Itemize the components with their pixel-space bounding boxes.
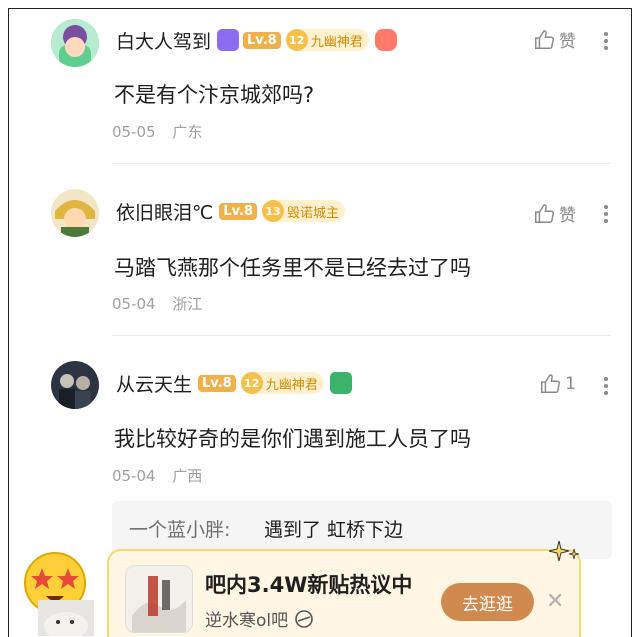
promo-title: 吧内3.4W新贴热议中 bbox=[205, 573, 413, 597]
like-label: 赞 bbox=[559, 206, 576, 226]
comment-location: 广东 bbox=[172, 123, 203, 141]
avatar[interactable] bbox=[51, 361, 99, 409]
comment-date: 05-05 bbox=[112, 123, 156, 141]
capricorn-badge-icon bbox=[329, 372, 352, 394]
comment-meta: 05-04 浙江 bbox=[112, 293, 214, 314]
rank-number: 12 bbox=[240, 372, 263, 394]
cat-sticker-icon bbox=[38, 600, 94, 636]
like-button[interactable]: 赞 bbox=[533, 27, 576, 52]
divider bbox=[112, 163, 611, 164]
divider bbox=[112, 335, 611, 336]
user-info-row: 白大人驾到 Lv.8 12 九幽神君 bbox=[116, 25, 401, 55]
comment-date: 05-04 bbox=[112, 295, 156, 313]
rank-title: 九幽神君 bbox=[265, 377, 318, 393]
rank-badge: 12 九幽神君 bbox=[285, 29, 369, 51]
forum-promo-banner[interactable]: 吧内3.4W新贴热议中 逆水寒ol吧 去逛逛 ✕ bbox=[107, 549, 581, 637]
rank-title: 九幽神君 bbox=[310, 34, 363, 50]
forum-name-row: 逆水寒ol吧 bbox=[205, 606, 314, 631]
comment-content: 我比较好奇的是你们遇到施工人员了吗 bbox=[114, 427, 471, 451]
comment-thread: 白大人驾到 Lv.8 12 九幽神君 赞 不是有个汴京城郊吗? 05-05 广东 bbox=[8, 8, 632, 637]
rank-badge: 12 九幽神君 bbox=[240, 372, 324, 394]
avatar[interactable] bbox=[51, 189, 99, 237]
user-info-row: 从云天生 Lv.8 12 九幽神君 bbox=[116, 368, 356, 398]
avatar[interactable] bbox=[51, 19, 99, 67]
no-entry-icon bbox=[295, 609, 313, 628]
comment-content: 马踏飞燕那个任务里不是已经去过了吗 bbox=[114, 256, 471, 280]
gamepad-badge-icon bbox=[374, 29, 397, 51]
more-options-icon[interactable] bbox=[603, 202, 609, 226]
comment-location: 浙江 bbox=[172, 295, 203, 313]
thumb-up-icon bbox=[535, 29, 554, 49]
level-badge: Lv.8 bbox=[243, 31, 281, 49]
rank-badge: 13 毁诺城主 bbox=[262, 200, 346, 222]
forum-logo bbox=[125, 565, 193, 633]
like-label: 赞 bbox=[559, 32, 576, 52]
rank-title: 毁诺城主 bbox=[287, 205, 340, 221]
username[interactable]: 白大人驾到 bbox=[116, 27, 211, 54]
comment-date: 05-04 bbox=[112, 467, 156, 485]
thumb-up-icon bbox=[541, 374, 561, 393]
like-count: 1 bbox=[565, 374, 576, 394]
username[interactable]: 依旧眼泪℃ bbox=[116, 198, 213, 225]
reply-text: 遇到了 虹桥下边 bbox=[264, 519, 404, 541]
user-info-row: 依旧眼泪℃ Lv.8 13 毁诺城主 bbox=[116, 196, 351, 226]
comment-location: 广西 bbox=[172, 467, 203, 485]
like-button[interactable]: 赞 bbox=[533, 201, 576, 226]
thumb-up-icon bbox=[535, 203, 554, 223]
comment-meta: 05-05 广东 bbox=[112, 121, 214, 142]
comment-content: 不是有个汴京城郊吗? bbox=[114, 83, 315, 107]
sparkle-icon bbox=[548, 540, 580, 562]
hexagram-badge-icon bbox=[217, 29, 240, 51]
visit-forum-button[interactable]: 去逛逛 bbox=[441, 583, 534, 621]
forum-name: 逆水寒ol吧 bbox=[205, 611, 289, 631]
close-icon[interactable]: ✕ bbox=[546, 589, 564, 614]
rank-number: 12 bbox=[285, 29, 308, 51]
reply-author[interactable]: 一个蓝小胖: bbox=[129, 515, 230, 542]
level-badge: Lv.8 bbox=[219, 202, 258, 220]
more-options-icon[interactable] bbox=[603, 374, 609, 398]
username[interactable]: 从云天生 bbox=[116, 370, 192, 397]
more-options-icon[interactable] bbox=[603, 29, 609, 53]
comment-meta: 05-04 广西 bbox=[112, 465, 214, 486]
like-button[interactable]: 1 bbox=[539, 373, 576, 395]
rank-number: 13 bbox=[262, 200, 285, 222]
level-badge: Lv.8 bbox=[198, 374, 236, 392]
